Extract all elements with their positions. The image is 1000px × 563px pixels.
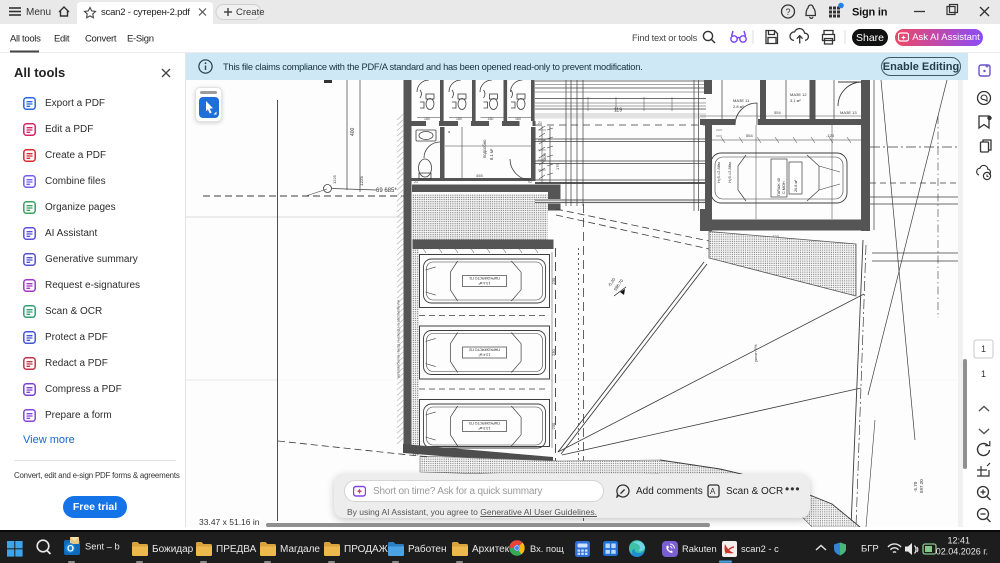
svg-text:С МОН: С МОН — [782, 181, 786, 194]
svg-text:H₂б.=2.88м: H₂б.=2.88м — [727, 162, 732, 183]
svg-text:554: 554 — [774, 110, 781, 115]
svg-text:455: 455 — [476, 173, 483, 178]
svg-text:ГАРАЖ 40: ГАРАЖ 40 — [777, 178, 781, 196]
svg-text:180: 180 — [424, 117, 430, 121]
svg-text:МАЗЕ 12: МАЗЕ 12 — [790, 92, 807, 97]
svg-text:8.1 м²: 8.1 м² — [489, 148, 494, 160]
svg-text:Вх. пощ: Вх. пощ — [530, 544, 564, 554]
svg-text:ПАРКОМЯСТО П1: ПАРКОМЯСТО П1 — [469, 276, 500, 280]
svg-text:1225: 1225 — [359, 175, 364, 186]
svg-text:1: 1 — [981, 344, 986, 354]
svg-text:180: 180 — [488, 117, 494, 121]
svg-text:02: 02 — [528, 180, 532, 184]
svg-text:3.1 м²: 3.1 м² — [790, 98, 801, 103]
svg-text:Convert: Convert — [85, 34, 117, 45]
svg-text:уклон 5%: уклон 5% — [753, 344, 758, 362]
svg-text:Rakuten: Rakuten — [682, 544, 717, 554]
svg-text:БГР: БГР — [861, 544, 879, 555]
svg-text:Find text or tools: Find text or tools — [632, 33, 698, 43]
svg-text:554: 554 — [746, 133, 753, 138]
svg-text:?: ? — [786, 7, 791, 17]
svg-text:20.6 м²: 20.6 м² — [794, 179, 798, 192]
svg-text:Create: Create — [236, 7, 265, 18]
svg-text:180: 180 — [456, 117, 462, 121]
svg-text:21: 21 — [538, 121, 542, 125]
svg-text:300: 300 — [542, 153, 547, 160]
svg-text:02.04.2026 г.: 02.04.2026 г. — [936, 547, 988, 557]
svg-text:1225: 1225 — [332, 174, 337, 184]
svg-text:All tools: All tools — [10, 34, 41, 45]
svg-text:Menu: Menu — [26, 7, 51, 18]
svg-text:Магдале: Магдале — [280, 544, 320, 555]
svg-text:Божидар: Божидар — [152, 544, 194, 555]
svg-text:180: 180 — [515, 117, 521, 121]
svg-text:МАЗЕ 11: МАЗЕ 11 — [733, 98, 750, 103]
svg-text:-5.70: -5.70 — [913, 481, 918, 492]
svg-text:-123: -123 — [826, 133, 835, 138]
svg-text:A: A — [710, 487, 716, 496]
svg-text:12:41: 12:41 — [947, 536, 970, 546]
svg-text:МАЗЕ 13: МАЗЕ 13 — [840, 110, 857, 115]
svg-text:scan2 - сутерен-2.pdf: scan2 - сутерен-2.pdf — [101, 7, 190, 18]
svg-text:13.4 м²: 13.4 м² — [478, 281, 490, 285]
svg-text:E-Sign: E-Sign — [127, 34, 154, 45]
svg-text:597.20: 597.20 — [919, 479, 924, 493]
svg-text:Работен: Работен — [408, 543, 447, 555]
svg-text:400: 400 — [350, 127, 356, 136]
svg-text:H₂б.=2.88м: H₂б.=2.88м — [716, 162, 721, 183]
svg-text:ПРОДАЖ: ПРОДАЖ — [344, 544, 389, 555]
svg-text:175: 175 — [555, 163, 560, 170]
svg-text:ПАРКОМЯСТО П3: ПАРКОМЯСТО П3 — [469, 421, 500, 425]
svg-text:2.8 м²: 2.8 м² — [733, 104, 744, 109]
svg-text:21: 21 — [414, 180, 418, 184]
svg-text:Sign in: Sign in — [852, 7, 888, 19]
svg-text:scan2 - c: scan2 - c — [741, 544, 779, 554]
svg-text:ПАРКОМЯСТО П2: ПАРКОМЯСТО П2 — [469, 348, 500, 352]
svg-text:69 685*: 69 685* — [376, 188, 397, 194]
svg-text:ПРЕДВА: ПРЕДВА — [216, 544, 257, 555]
svg-text:подсобно: подсобно — [482, 139, 487, 158]
svg-text:13.4 м²: 13.4 м² — [478, 352, 490, 356]
svg-text:автомобилен вход и изход на ав: автомобилен вход и изход на автомобили — [396, 300, 401, 378]
svg-text:Edit: Edit — [54, 34, 70, 45]
svg-text:1: 1 — [981, 369, 986, 379]
svg-text:119: 119 — [614, 108, 622, 114]
svg-text:13.9 м²: 13.9 м² — [478, 426, 490, 430]
